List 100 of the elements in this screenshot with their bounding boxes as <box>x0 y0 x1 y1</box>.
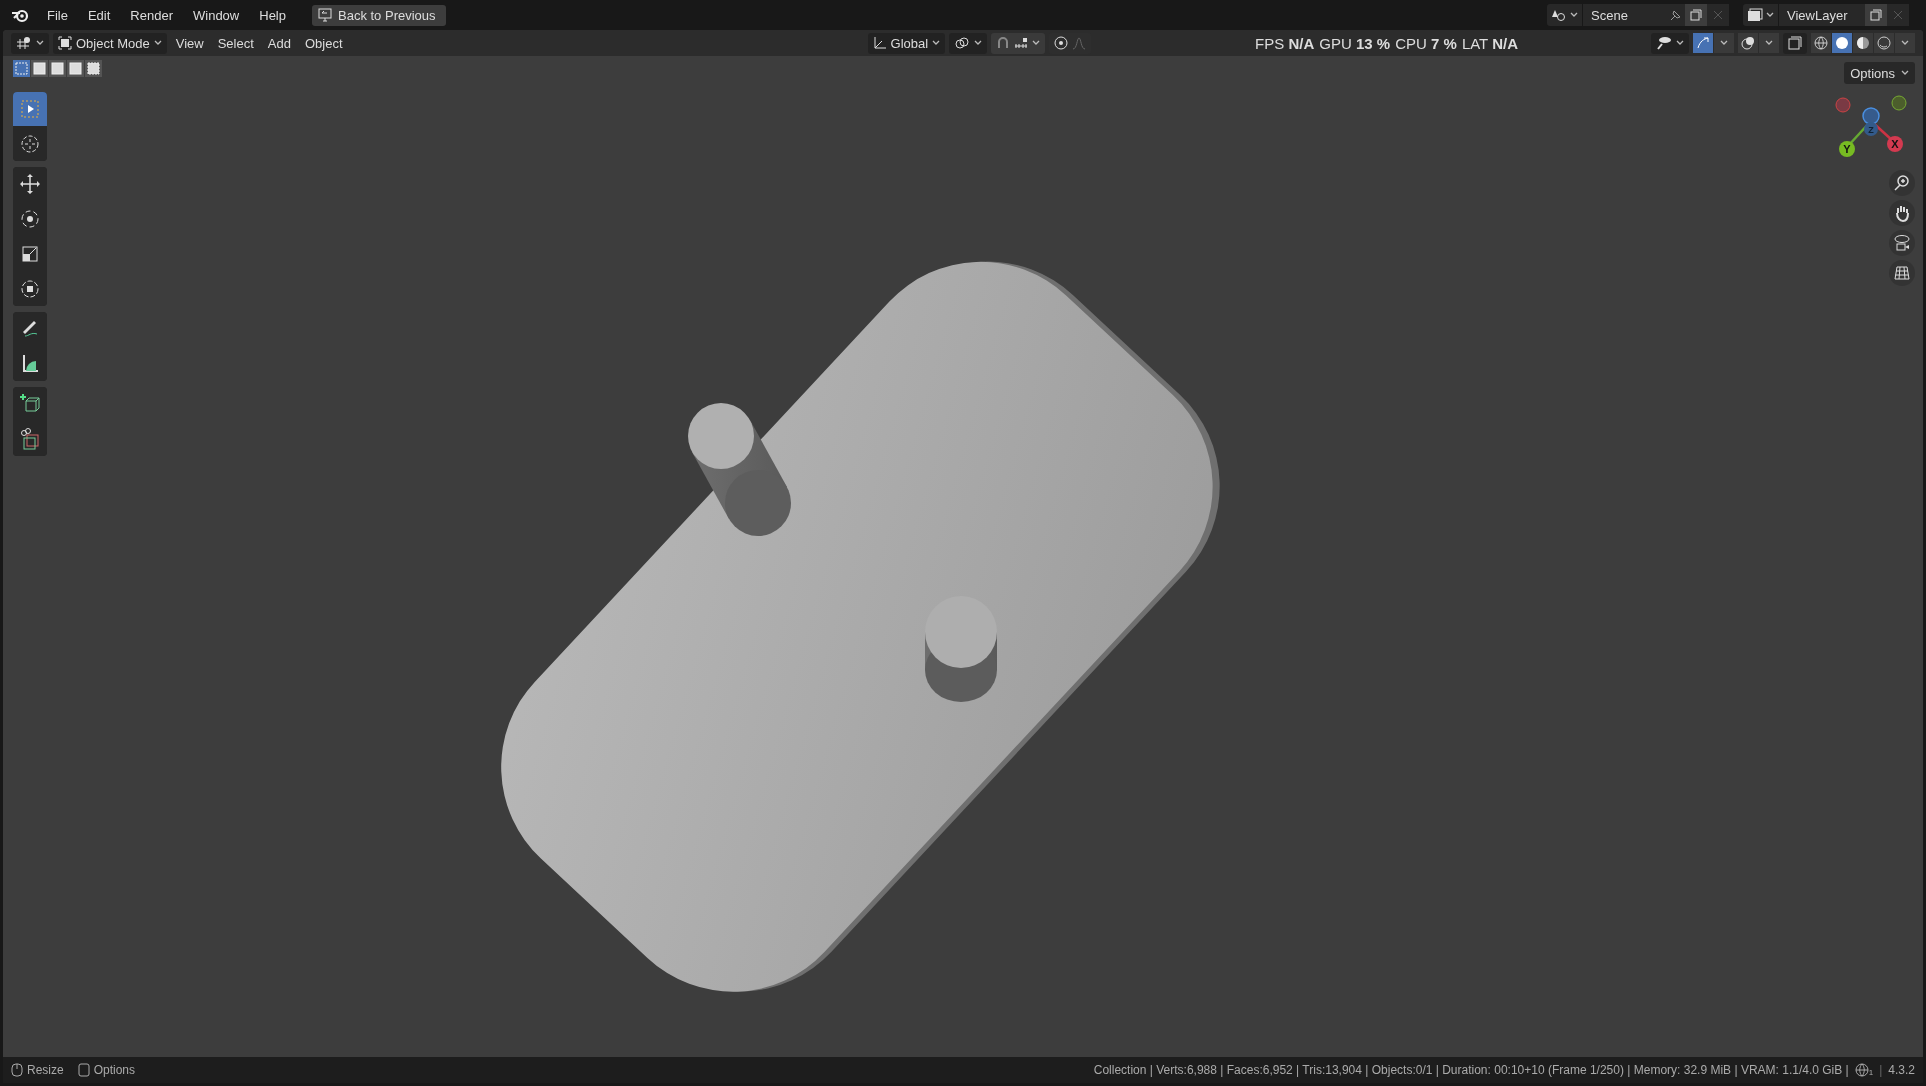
duplicate-scene-button[interactable] <box>1685 4 1707 26</box>
sphere-icon <box>1855 35 1871 51</box>
selection-mode-button[interactable] <box>85 60 102 77</box>
performance-stat: FPS N/A <box>1255 34 1315 52</box>
caret-icon <box>1901 40 1909 46</box>
menu-item[interactable]: View <box>170 32 209 54</box>
caret-icon <box>1765 40 1773 46</box>
menu-item[interactable]: Window <box>185 3 248 27</box>
eye-pointer-icon <box>1656 36 1672 50</box>
sphere-icon <box>1834 35 1850 51</box>
copy-icon <box>1690 9 1702 21</box>
status-hint: Resize <box>27 1063 64 1077</box>
gizmo-toggle[interactable] <box>1693 33 1713 53</box>
back-to-previous-button[interactable]: Back to Previous <box>312 4 446 26</box>
visibility-dropdown[interactable] <box>1651 32 1689 54</box>
object-mode-icon <box>58 36 72 50</box>
selection-mode-button[interactable] <box>31 60 48 77</box>
sphere-icon <box>1813 35 1829 51</box>
performance-stat: LAT N/A <box>1461 34 1519 52</box>
pan-button[interactable] <box>1889 200 1915 226</box>
falloff-curve-icon <box>1072 36 1087 50</box>
image-stack-icon <box>1747 8 1763 22</box>
caret-icon <box>1676 40 1684 46</box>
shading-mode-button[interactable] <box>1853 33 1873 53</box>
selection-mode-icon <box>31 60 48 77</box>
grid-icon <box>1893 264 1911 282</box>
hand-icon <box>1893 204 1911 222</box>
monitor-icon <box>318 8 332 22</box>
zoom-button[interactable] <box>1889 170 1915 196</box>
target-icon <box>1054 36 1069 50</box>
options-dropdown[interactable]: Options <box>1844 62 1915 84</box>
menu-item[interactable]: Render <box>122 3 181 27</box>
caret-icon <box>36 40 44 46</box>
performance-stat: GPU 13 % <box>1319 34 1391 52</box>
caret-icon <box>932 40 941 46</box>
shading-mode-button[interactable] <box>1832 33 1852 53</box>
mouse-icon <box>11 1063 23 1077</box>
menu-item[interactable]: Edit <box>79 3 119 27</box>
snap-toggle[interactable] <box>991 32 1046 54</box>
caret-icon <box>1032 40 1041 46</box>
copy-icon <box>1870 9 1882 21</box>
pivot-dropdown[interactable] <box>949 32 988 54</box>
axes-icon <box>872 36 887 50</box>
camera-icon <box>1893 234 1911 252</box>
orientation-dropdown[interactable]: Global <box>867 32 946 54</box>
editor-type-icon <box>16 36 32 50</box>
version-label: 4.3.2 <box>1888 1063 1915 1077</box>
magnet-icon <box>996 36 1011 50</box>
caret-icon <box>1570 12 1578 18</box>
selection-mode-button[interactable] <box>49 60 66 77</box>
axis-handle[interactable]: X <box>1887 136 1903 152</box>
negative-axis-handle[interactable] <box>1835 97 1851 113</box>
sphere-icon <box>1876 35 1892 51</box>
caret-icon <box>153 40 162 46</box>
snap-increment-icon <box>1014 36 1029 50</box>
globe-icon <box>1854 1063 1869 1077</box>
editor-type-button[interactable] <box>11 32 49 54</box>
negative-axis-handle[interactable] <box>1891 95 1907 111</box>
selection-mode-icon <box>49 60 66 77</box>
camera-view-button[interactable] <box>1889 230 1915 256</box>
performance-stat: CPU 7 % <box>1395 34 1457 52</box>
shading-mode-button[interactable] <box>1874 33 1894 53</box>
selection-mode-icon <box>67 60 84 77</box>
duplicate-layer-button[interactable] <box>1865 4 1887 26</box>
shading-mode-button[interactable] <box>1811 33 1831 53</box>
link-icon <box>954 36 971 50</box>
status-separator: | <box>1879 1063 1883 1077</box>
overlay-toggle[interactable] <box>1738 33 1758 53</box>
caret-icon <box>1901 70 1909 76</box>
menu-item[interactable]: File <box>39 3 76 27</box>
menu-item[interactable]: Add <box>262 32 296 54</box>
close-icon <box>1893 10 1903 20</box>
shading-dropdown[interactable] <box>1895 33 1915 53</box>
overlay-icon <box>1741 36 1755 50</box>
menu-item[interactable]: Object <box>299 32 348 54</box>
scene-selector[interactable]: Scene <box>1547 4 1729 26</box>
network-count: 1 <box>1868 1068 1874 1077</box>
mode-dropdown[interactable]: Object Mode <box>53 32 167 54</box>
view-layer-name: ViewLayer <box>1786 7 1849 23</box>
caret-icon <box>1766 12 1774 18</box>
scene-statistics: Collection | Verts:6,988 | Faces:6,952 | Tris:13,904 | Objects:0/1 | Duration: 00:10+10 (Frame 1/250) | Memory: 32.9 MiB | VRAM: 1.1/4.0 GiB | <box>1093 1063 1849 1077</box>
key-icon <box>77 1063 90 1077</box>
scene-icon <box>1551 8 1567 22</box>
axis-handle[interactable]: Y <box>1839 141 1855 157</box>
ortho-view-button[interactable] <box>1889 260 1915 286</box>
caret-icon <box>1720 40 1728 46</box>
caret-icon <box>974 40 983 46</box>
view-layer-selector[interactable]: ViewLayer <box>1743 4 1909 26</box>
selection-mode-icon <box>85 60 102 77</box>
negative-axis-handle[interactable] <box>1862 107 1880 125</box>
scene-name: Scene <box>1590 7 1629 23</box>
xray-toggle[interactable] <box>1783 32 1807 54</box>
xray-icon <box>1788 36 1802 50</box>
menu-item[interactable]: Select <box>212 32 259 54</box>
menu-item[interactable]: Help <box>251 3 294 27</box>
close-icon <box>1713 10 1723 20</box>
selection-mode-icon <box>13 60 30 77</box>
zoom-icon <box>1893 174 1911 192</box>
app-logo-icon[interactable] <box>11 7 29 23</box>
selection-mode-button[interactable] <box>67 60 84 77</box>
